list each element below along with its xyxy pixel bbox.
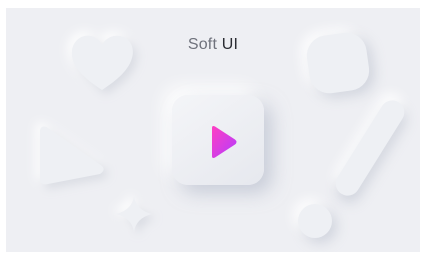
diagonal-bar-shape — [331, 95, 409, 201]
heart-shape — [71, 35, 133, 90]
rounded-square-shape — [304, 30, 372, 96]
soft-ui-canvas: Soft UI — [6, 8, 420, 252]
triangle-shape — [40, 126, 104, 185]
play-icon — [212, 126, 237, 158]
title-soft: Soft — [187, 36, 218, 53]
title-ui: UI — [221, 36, 239, 53]
play-button[interactable] — [172, 95, 264, 185]
circle-shape — [298, 204, 332, 238]
sparkle-shape — [116, 196, 152, 232]
